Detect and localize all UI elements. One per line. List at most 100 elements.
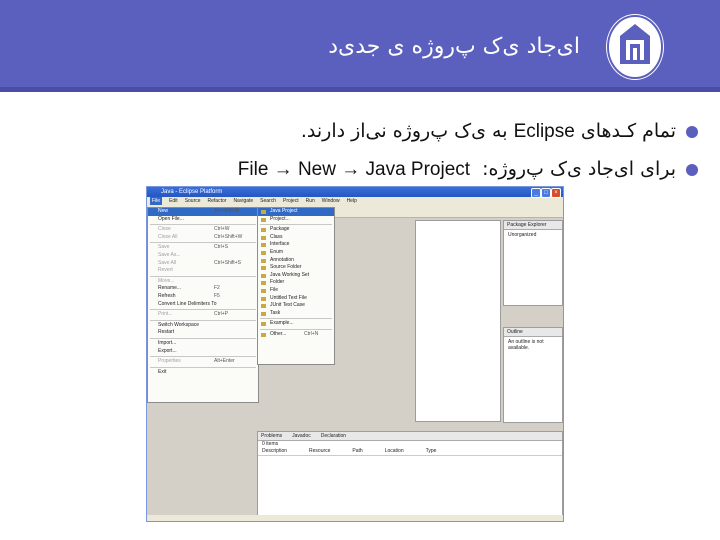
problems-columns: Description Resource Path Location Type (258, 448, 562, 456)
menu-project[interactable]: Project (283, 197, 299, 205)
new-item-icon (261, 296, 266, 301)
tab-problems[interactable]: Problems (261, 432, 282, 440)
file-menu-item-export[interactable]: Export... (148, 348, 258, 356)
new-item-icon (261, 281, 266, 286)
new-menu-item-junit-test-case[interactable]: JUnit Test Case (258, 302, 334, 310)
menu-separator (150, 337, 256, 339)
new-menu-item-folder[interactable]: Folder (258, 279, 334, 287)
menu-run[interactable]: Run (306, 197, 315, 205)
new-item-icon (261, 243, 266, 248)
minimize-icon[interactable]: _ (531, 188, 541, 198)
file-menu-item-import[interactable]: Import... (148, 340, 258, 348)
menu-help[interactable]: Help (347, 197, 357, 205)
menu-file[interactable]: File (150, 197, 163, 205)
col-path[interactable]: Path (352, 448, 362, 455)
new-menu-item-java-project[interactable]: Java Project (258, 208, 334, 216)
menu-edit[interactable]: Edit (169, 197, 178, 205)
new-menu-item-enum[interactable]: Enum (258, 249, 334, 257)
menu-separator (150, 366, 256, 368)
package-explorer-tab[interactable]: Package Explorer (504, 221, 562, 230)
institution-logo (606, 14, 664, 80)
new-menu-item-class[interactable]: Class (258, 234, 334, 242)
menu-refactor[interactable]: Refactor (208, 197, 227, 205)
file-menu-item-save-all[interactable]: Save All Ctrl+Shift+S (148, 260, 258, 268)
col-location[interactable]: Location (385, 448, 404, 455)
new-item-icon (261, 311, 266, 316)
package-explorer-view: Package Explorer Unorganized (503, 220, 563, 306)
new-menu-item-annotation[interactable]: Annotation (258, 257, 334, 265)
new-item-icon (261, 250, 266, 255)
menu-search[interactable]: Search (260, 197, 276, 205)
eclipse-title-bar: Java - Eclipse Platform _ □ × (147, 187, 563, 198)
editor-area[interactable] (415, 220, 501, 422)
file-menu-item-convert-line-delimiters-to[interactable]: Convert Line Delimiters To (148, 301, 258, 309)
menu-window[interactable]: Window (322, 197, 340, 205)
close-icon[interactable]: × (551, 188, 561, 198)
file-menu-item-refresh[interactable]: Refresh F5 (148, 293, 258, 301)
outline-message: An outline is not available. (508, 339, 544, 351)
menu-separator (150, 275, 256, 277)
menu-separator (260, 328, 332, 330)
file-menu-item-switch-workspace[interactable]: Switch Workspace (148, 322, 258, 330)
problems-summary: 0 items (262, 441, 279, 447)
bullet-1-eclipse: Eclipse (513, 121, 575, 142)
menu-separator (150, 224, 256, 226)
file-menu-item-restart[interactable]: Restart (148, 329, 258, 337)
menu-source[interactable]: Source (185, 197, 201, 205)
bullet-2-path: File → New → Java Project (237, 159, 471, 180)
file-menu-item-rename[interactable]: Rename... F2 (148, 285, 258, 293)
file-menu-item-open-file[interactable]: Open File... (148, 216, 258, 224)
col-resource[interactable]: Resource (309, 448, 330, 455)
file-menu-item-print[interactable]: Print... Ctrl+P (148, 311, 258, 319)
new-menu-item-package[interactable]: Package (258, 226, 334, 234)
menu-navigate[interactable]: Navigate (233, 197, 253, 205)
col-type[interactable]: Type (426, 448, 437, 455)
file-menu-item-properties[interactable]: Properties Alt+Enter (148, 358, 258, 366)
new-item-icon (261, 235, 266, 240)
file-menu-item-new[interactable]: New Alt+Shift+N (148, 208, 258, 216)
new-menu-item-example[interactable]: Example... (258, 320, 334, 328)
file-menu-item-close-all[interactable]: Close All Ctrl+Shift+W (148, 234, 258, 242)
menu-separator (260, 224, 332, 226)
file-menu-item-move[interactable]: Move... (148, 278, 258, 286)
bullet-2-text: برای ای‌جاد ی‌ک پ‌روژه: (482, 158, 676, 180)
package-explorer-item[interactable]: Unorganized (504, 230, 562, 240)
file-menu-item-close[interactable]: Close Ctrl+W (148, 226, 258, 234)
menu-separator (260, 318, 332, 320)
new-menu-item-task[interactable]: Task (258, 310, 334, 318)
new-menu-item-project[interactable]: Project... (258, 216, 334, 224)
new-item-icon (261, 266, 266, 271)
bullet-1-text-before: تمام کـدهای (580, 120, 676, 142)
file-menu-item-save[interactable]: Save Ctrl+S (148, 244, 258, 252)
new-menu-item-other[interactable]: Other... Ctrl+N (258, 331, 334, 339)
col-description[interactable]: Description (262, 448, 287, 455)
eclipse-window-title: Java - Eclipse Platform (161, 189, 223, 195)
new-item-icon (261, 322, 266, 327)
new-menu-item-file[interactable]: File (258, 287, 334, 295)
tab-javadoc[interactable]: Javadoc (292, 432, 311, 440)
new-menu-item-untitled-text-file[interactable]: Untitled Text File (258, 295, 334, 303)
new-menu-item-java-working-set[interactable]: Java Working Set (258, 272, 334, 280)
new-item-icon (261, 288, 266, 293)
new-menu-item-source-folder[interactable]: Source Folder (258, 264, 334, 272)
eclipse-window: Java - Eclipse Platform _ □ × File Edit So… (146, 186, 564, 522)
slide-title: ای‌جاد ی‌ک پ‌روژه ی جدی‌د (328, 34, 580, 59)
new-item-icon (261, 332, 266, 337)
file-menu-item-revert[interactable]: Revert (148, 267, 258, 275)
menu-separator (150, 319, 256, 321)
file-menu-item-save-as[interactable]: Save As... (148, 252, 258, 260)
menu-separator (150, 242, 256, 244)
file-menu: New Alt+Shift+N Open File... Close Ctrl+W Clo… (147, 207, 259, 403)
maximize-icon[interactable]: □ (541, 188, 551, 198)
status-bar (147, 515, 563, 521)
tab-declaration[interactable]: Declaration (321, 432, 346, 440)
new-item-icon (261, 273, 266, 278)
new-menu-item-interface[interactable]: Interface (258, 241, 334, 249)
outline-tab[interactable]: Outline (504, 328, 562, 337)
slide-title-bar: ای‌جاد ی‌ک پ‌روژه ی جدی‌د (0, 0, 720, 92)
outline-view: Outline An outline is not available. (503, 327, 563, 423)
new-item-icon (261, 210, 266, 214)
bullet-dot-icon (686, 125, 698, 138)
file-menu-item-exit[interactable]: Exit (148, 369, 258, 377)
new-item-icon (261, 258, 266, 263)
